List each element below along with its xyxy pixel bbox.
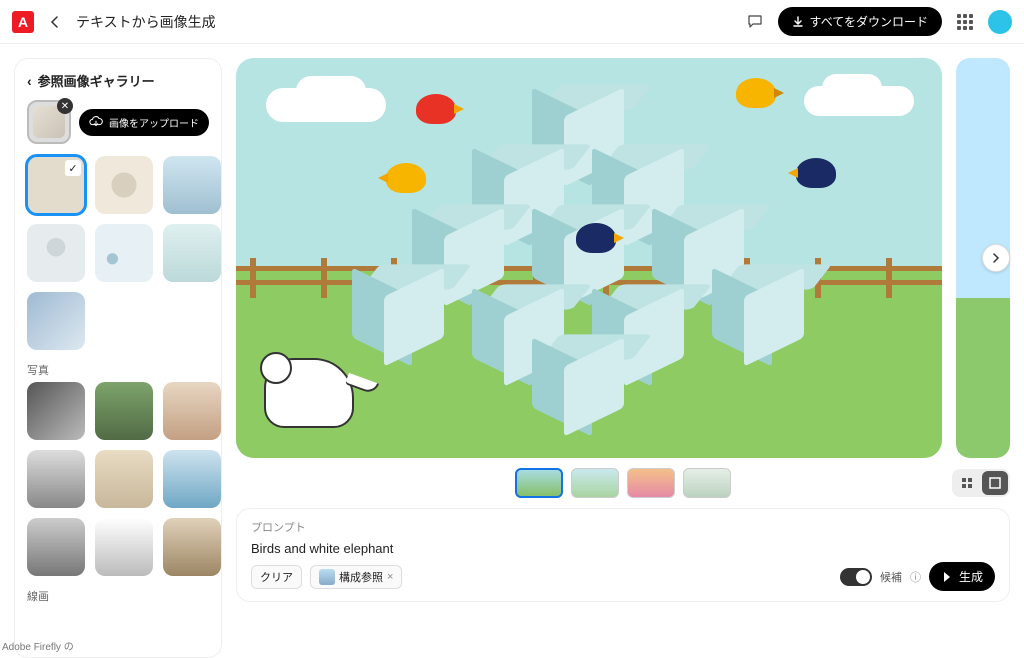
generate-button[interactable]: 生成 [929,562,995,591]
gallery-thumb[interactable] [163,382,221,440]
page-title: テキストから画像生成 [76,12,216,32]
photo-grid [27,382,209,576]
view-toggle [952,469,1010,497]
main-area: プロンプト Birds and white elephant クリア 構成参照 … [236,44,1024,655]
prompt-input[interactable]: Birds and white elephant [251,541,995,556]
next-image-button[interactable] [982,244,1010,272]
gallery-thumb[interactable] [95,518,153,576]
abstract-grid: ✓ [27,156,209,350]
bird-icon [576,223,616,253]
candidate-toggle[interactable] [840,568,872,586]
download-all-label: すべてをダウンロード [810,13,928,30]
gallery-thumb[interactable] [95,156,153,214]
feedback-icon[interactable] [744,11,766,33]
reference-chip[interactable]: 構成参照 × [310,565,402,589]
variation-thumb[interactable] [571,468,619,498]
download-all-button[interactable]: すべてをダウンロード [778,7,942,36]
upload-image-label: 画像をアップロード [109,115,199,130]
elephant-icon [264,358,354,428]
gallery-thumb[interactable] [27,292,85,350]
clear-button[interactable]: クリア [251,565,302,589]
gallery-thumb[interactable] [163,518,221,576]
gallery-thumb[interactable]: ✓ [27,156,85,214]
section-label-lineart: 線画 [27,588,209,604]
single-view-button[interactable] [982,471,1008,495]
panel-title: 参照画像ギャラリー [38,71,155,90]
generated-image[interactable] [236,58,942,458]
gallery-thumb[interactable] [163,450,221,508]
prompt-label: プロンプト [251,519,995,535]
selected-check-icon: ✓ [65,160,81,176]
reference-chip-thumb-icon [319,569,335,585]
gallery-thumb[interactable] [27,518,85,576]
candidate-label: 候補 [880,569,902,585]
bird-icon [736,78,776,108]
remove-chip-icon[interactable]: × [387,571,393,583]
grid-view-button[interactable] [954,471,980,495]
adobe-logo-icon[interactable]: A [12,11,34,33]
gallery-thumb[interactable] [95,450,153,508]
prompt-bar: プロンプト Birds and white elephant クリア 構成参照 … [236,508,1010,602]
bird-icon [386,163,426,193]
variation-thumb[interactable] [627,468,675,498]
current-reference-thumb[interactable]: ✕ [27,100,71,144]
reference-gallery-panel: ‹ 参照画像ギャラリー ✕ 画像をアップロード ✓ [14,58,222,658]
bird-icon [416,94,456,124]
back-button[interactable] [44,11,66,33]
gallery-thumb[interactable] [27,382,85,440]
section-label-photo: 写真 [27,362,209,378]
variation-thumb[interactable] [683,468,731,498]
apps-icon[interactable] [954,11,976,33]
gallery-thumb[interactable] [163,156,221,214]
footer-note: Adobe Firefly の [0,636,76,655]
remove-reference-icon[interactable]: ✕ [57,98,73,114]
variation-thumbnails [236,468,1010,498]
gallery-thumb[interactable] [163,224,221,282]
sidebar: ‹ 参照画像ギャラリー ✕ 画像をアップロード ✓ [0,44,236,655]
panel-back-icon[interactable]: ‹ [27,73,32,89]
bird-icon [796,158,836,188]
avatar[interactable] [988,10,1012,34]
gallery-thumb[interactable] [95,224,153,282]
gallery-thumb[interactable] [95,382,153,440]
gallery-thumb[interactable] [27,224,85,282]
variation-thumb[interactable] [515,468,563,498]
top-bar: A テキストから画像生成 すべてをダウンロード [0,0,1024,44]
gallery-thumb[interactable] [27,450,85,508]
info-icon[interactable]: ⓘ [910,569,921,585]
upload-image-button[interactable]: 画像をアップロード [79,109,209,136]
